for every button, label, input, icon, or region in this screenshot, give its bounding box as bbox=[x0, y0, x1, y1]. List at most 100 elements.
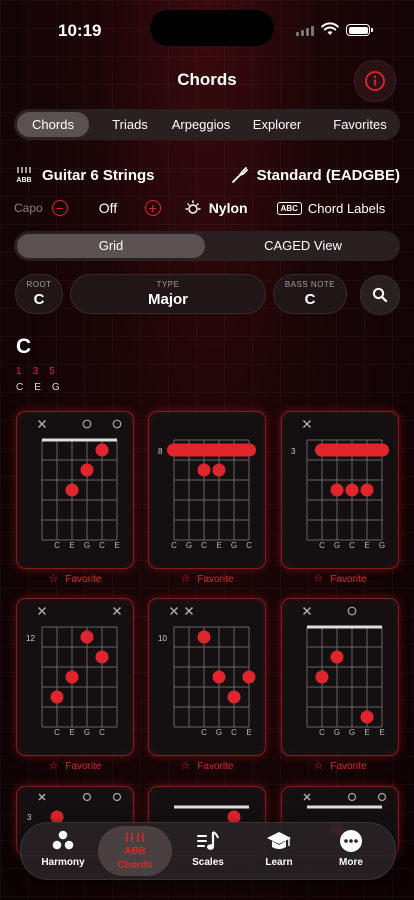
finger-dot bbox=[360, 483, 374, 497]
degree: 5 bbox=[49, 366, 55, 377]
tuning-fork-icon bbox=[231, 167, 248, 183]
finger-dot bbox=[330, 650, 344, 664]
chord-card[interactable]: 3CGCEG bbox=[281, 411, 399, 569]
string-note-label: G bbox=[334, 541, 340, 550]
options-row: Capo − Off + Nylon ABC Chord Labels bbox=[14, 197, 400, 219]
finger-dot bbox=[197, 463, 211, 477]
tab-favorites[interactable]: Favorites bbox=[323, 112, 397, 137]
favorite-button[interactable]: ☆ Favorite bbox=[148, 759, 266, 772]
tabbar-learn[interactable]: Learn bbox=[243, 823, 315, 879]
search-button[interactable] bbox=[360, 275, 400, 315]
string-note-label: C bbox=[54, 541, 60, 550]
type-selector[interactable]: TYPE Major bbox=[70, 274, 266, 314]
tab-triads[interactable]: Triads bbox=[89, 112, 171, 137]
string-note-label: C bbox=[201, 728, 207, 737]
chord-card[interactable]: 10 C G C E bbox=[148, 598, 266, 756]
instrument-selector[interactable]: ABB Guitar 6 Strings bbox=[14, 166, 154, 185]
scales-icon bbox=[197, 831, 219, 850]
fret-number: 3 bbox=[291, 447, 296, 456]
bass-label: BASS NOTE bbox=[284, 280, 336, 289]
favorite-button[interactable]: ☆ Favorite bbox=[281, 572, 399, 585]
chord-labels-toggle[interactable]: ABC Chord Labels bbox=[276, 200, 386, 216]
favorite-button[interactable]: ☆ Favorite bbox=[16, 572, 134, 585]
capo-value: Off bbox=[98, 200, 118, 216]
finger-dot bbox=[65, 670, 79, 684]
capo-minus-button[interactable]: − bbox=[51, 200, 68, 216]
finger-dot bbox=[80, 463, 94, 477]
string-note-label: E bbox=[246, 728, 251, 737]
string-type: Nylon bbox=[208, 200, 248, 216]
favorite-label: Favorite bbox=[197, 761, 234, 772]
svg-text:ABB: ABB bbox=[16, 177, 31, 184]
tuning-selector[interactable]: Standard (EADGBE) bbox=[231, 166, 400, 184]
tabbar-scales[interactable]: Scales bbox=[172, 823, 244, 879]
string-note-label: C bbox=[246, 541, 252, 550]
finger-dot bbox=[242, 670, 256, 684]
finger-dot bbox=[95, 650, 109, 664]
note: C bbox=[16, 382, 24, 393]
finger-dot bbox=[65, 483, 79, 497]
tabbar-more[interactable]: More bbox=[315, 823, 387, 879]
view-grid[interactable]: Grid bbox=[17, 234, 205, 258]
tab-arpeggios[interactable]: Arpeggios bbox=[171, 112, 231, 137]
status-time: 10:19 bbox=[58, 21, 102, 40]
favorite-button[interactable]: ☆ Favorite bbox=[148, 572, 266, 585]
string-note-label: C bbox=[319, 541, 325, 550]
string-note-label: G bbox=[84, 728, 90, 737]
tabbar-label: More bbox=[339, 857, 363, 868]
bass-note-selector[interactable]: BASS NOTE C bbox=[273, 274, 347, 314]
tabbar-label: Harmony bbox=[41, 857, 85, 868]
degree: 1 bbox=[16, 366, 22, 377]
star-icon: ☆ bbox=[313, 760, 324, 772]
chord-diagram: 3C G C E G bbox=[291, 419, 389, 550]
finger-dot bbox=[330, 483, 344, 497]
star-icon: ☆ bbox=[180, 760, 191, 772]
string-note-label: E bbox=[114, 541, 119, 550]
favorite-button[interactable]: ☆ Favorite bbox=[281, 759, 399, 772]
finger-dot bbox=[80, 630, 94, 644]
tab-explorer[interactable]: Explorer bbox=[231, 112, 323, 137]
signal-icon bbox=[296, 26, 314, 36]
bottom-tab-bar: Harmony ABB Chords Scales Learn More bbox=[20, 822, 396, 880]
muted-string-icon bbox=[184, 606, 194, 616]
muted-string-icon bbox=[302, 606, 312, 616]
tabbar-harmony[interactable]: Harmony bbox=[27, 823, 99, 879]
chord-card[interactable]: CEGCE bbox=[16, 411, 134, 569]
status-bar: 10:19 bbox=[0, 0, 414, 56]
finger-dot bbox=[345, 483, 359, 497]
string-note-label: E bbox=[69, 728, 74, 737]
string-note-label: G bbox=[84, 541, 90, 550]
chord-card[interactable]: CGGEE bbox=[281, 598, 399, 756]
chord-diagram: 10C G C E bbox=[158, 606, 256, 737]
tabbar-label: Scales bbox=[192, 857, 224, 868]
chord-card[interactable]: 12 C E G C bbox=[16, 598, 134, 756]
open-string-icon bbox=[347, 606, 357, 616]
dynamic-island bbox=[150, 10, 274, 46]
page-title: Chords bbox=[177, 70, 237, 89]
tabbar-label: Learn bbox=[265, 857, 293, 868]
finger-dot bbox=[212, 670, 226, 684]
view-caged[interactable]: CAGED View bbox=[208, 234, 398, 258]
string-type-selector[interactable]: Nylon bbox=[184, 199, 248, 217]
tab-chords[interactable]: Chords bbox=[17, 112, 89, 137]
muted-string-icon bbox=[302, 419, 312, 429]
favorite-button[interactable]: ☆ Favorite bbox=[16, 759, 134, 772]
mode-tabs: Chords Triads Arpeggios Explorer Favorit… bbox=[14, 109, 400, 140]
capo-plus-button[interactable]: + bbox=[144, 200, 161, 216]
chord-labels-text: Chord Labels bbox=[307, 200, 386, 216]
info-button[interactable] bbox=[354, 60, 396, 102]
barre-mark bbox=[167, 443, 256, 457]
finger-dot bbox=[50, 690, 64, 704]
string-note-label: E bbox=[69, 541, 74, 550]
chord-card[interactable]: 8CGCEGC bbox=[148, 411, 266, 569]
string-note-label: C bbox=[99, 728, 105, 737]
root-selector[interactable]: ROOT C bbox=[15, 274, 63, 314]
string-note-label: C bbox=[54, 728, 60, 737]
tuning-name: Standard (EADGBE) bbox=[256, 166, 400, 184]
string-note-label: G bbox=[231, 541, 237, 550]
favorite-label: Favorite bbox=[197, 574, 234, 585]
note: E bbox=[34, 382, 41, 393]
muted-string-icon bbox=[112, 606, 122, 616]
svg-text:ABB: ABB bbox=[124, 846, 146, 856]
tabbar-chords[interactable]: ABB Chords bbox=[98, 826, 172, 876]
